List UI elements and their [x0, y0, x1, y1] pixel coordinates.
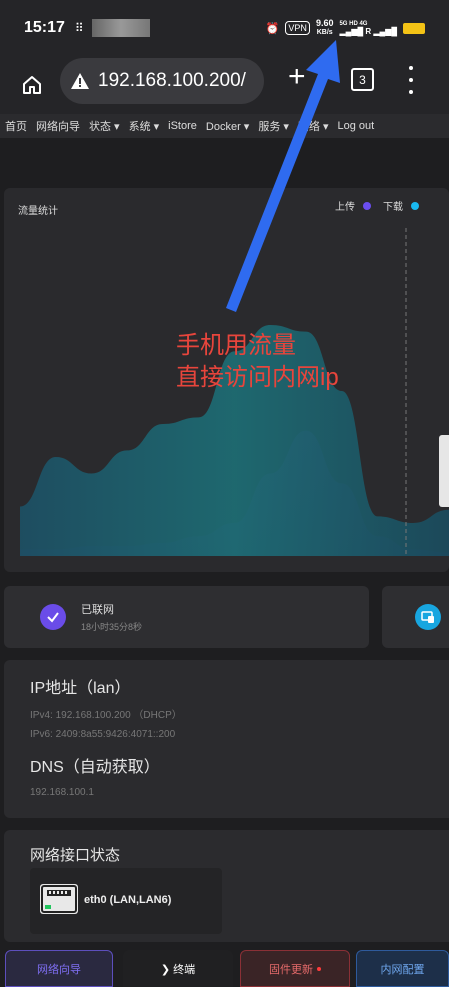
- nav-item-status[interactable]: 状态 ▾: [89, 118, 120, 134]
- interface-status-card: 网络接口状态 eth0 (LAN,LAN6): [4, 830, 449, 942]
- terminal-button[interactable]: ❯ 终端: [123, 950, 233, 987]
- annotation-text: 手机用流量 直接访问内网ip: [176, 332, 339, 391]
- chart-legend: 上传 下载: [335, 198, 419, 213]
- legend-download-dot: [411, 201, 419, 210]
- network-speed: 9.60 KB/s: [315, 18, 334, 37]
- connection-status-card: 已联网 18小时35分8秒: [4, 586, 369, 648]
- legend-upload-dot: [363, 201, 371, 210]
- address-bar[interactable]: 192.168.100.200/: [60, 58, 264, 104]
- network-wizard-button[interactable]: 网络向导: [5, 950, 113, 987]
- battery-icon: [403, 22, 425, 34]
- overflow-menu-icon[interactable]: [405, 66, 417, 94]
- uptime-value: 18小时35分8秒: [81, 622, 143, 632]
- side-pull-tab[interactable]: [439, 435, 449, 507]
- ip-address-card: IP地址（lan） IPv4: 192.168.100.200 （DHCP） I…: [4, 660, 449, 818]
- nav-item-logout[interactable]: Log out: [337, 120, 374, 132]
- check-icon: [40, 604, 66, 630]
- warning-icon[interactable]: [70, 72, 90, 90]
- blurred-notification-icon: [91, 19, 150, 37]
- alarm-icon: ⏰: [265, 22, 280, 35]
- system-status-bar: 15:17 ⠿ ⏰ VPN 9.60 KB/s 5G HD 4G ▂▄▆█ R …: [0, 0, 449, 56]
- bottom-action-bar: 网络向导 ❯ 终端 固件更新 内网配置: [0, 950, 449, 987]
- dns-value: 192.168.100.1: [30, 787, 94, 798]
- clock: 15:17: [24, 19, 65, 36]
- nav-item-istore[interactable]: iStore: [168, 120, 197, 132]
- nav-item-network[interactable]: 网络 ▾: [298, 118, 329, 134]
- tab-switcher-button[interactable]: 3: [351, 68, 374, 91]
- interface-label: eth0 (LAN,LAN6): [84, 894, 172, 906]
- firmware-update-button[interactable]: 固件更新: [240, 950, 350, 987]
- legend-upload[interactable]: 上传: [335, 198, 371, 213]
- home-icon[interactable]: [17, 70, 47, 100]
- nav-item-docker[interactable]: Docker ▾: [206, 120, 249, 133]
- new-tab-button[interactable]: +: [288, 62, 306, 92]
- url-text[interactable]: 192.168.100.200/: [98, 70, 246, 92]
- status-icons: ⏰ VPN 9.60 KB/s 5G HD 4G ▂▄▆█ R ▂▄▆█: [266, 19, 425, 37]
- nav-item-system[interactable]: 系统 ▾: [129, 118, 160, 134]
- vpn-badge: VPN: [285, 21, 310, 35]
- device-status-card: [382, 586, 449, 648]
- notification-grid-icon: ⠿: [74, 21, 84, 35]
- browser-toolbar: 192.168.100.200/ + 3: [0, 56, 449, 114]
- ipv4-value: IPv4: 192.168.100.200 （DHCP）: [30, 710, 182, 721]
- chart-title: 流量统计: [18, 206, 58, 217]
- router-nav-menu: 首页 网络向导 状态 ▾ 系统 ▾ iStore Docker ▾ 服务 ▾ 网…: [0, 114, 449, 138]
- intranet-config-button[interactable]: 内网配置: [356, 950, 449, 987]
- ip-heading: IP地址（lan）: [30, 680, 131, 697]
- signal-icon: 5G HD 4G ▂▄▆█ R ▂▄▆█: [339, 21, 397, 36]
- ipv6-value: IPv6: 2409:8a55:9426:4071::200: [30, 729, 176, 740]
- device-icon: [415, 604, 441, 630]
- interfaces-heading: 网络接口状态: [30, 847, 121, 864]
- interface-item[interactable]: eth0 (LAN,LAN6): [30, 868, 222, 934]
- nav-item-wizard[interactable]: 网络向导: [36, 118, 80, 134]
- legend-download[interactable]: 下载: [383, 198, 419, 213]
- nav-item-services[interactable]: 服务 ▾: [258, 118, 289, 134]
- ethernet-port-icon: [40, 884, 78, 914]
- connection-label: 已联网: [81, 604, 114, 616]
- update-dot: [317, 966, 321, 971]
- nav-item-home[interactable]: 首页: [5, 118, 27, 134]
- dns-heading: DNS（自动获取）: [30, 759, 160, 776]
